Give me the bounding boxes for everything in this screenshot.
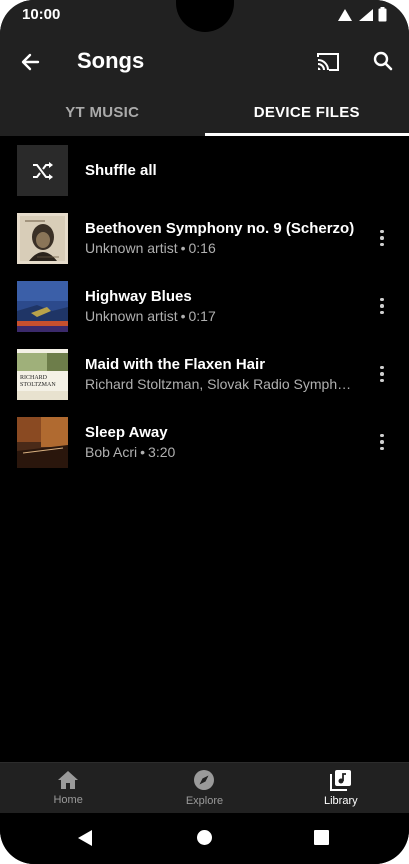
song-title: Maid with the Flaxen Hair — [85, 356, 266, 373]
more-options-button[interactable] — [372, 430, 392, 454]
arrow-back-icon — [21, 53, 40, 71]
app-bar: Songs — [0, 32, 409, 88]
song-title: Sleep Away — [85, 424, 168, 441]
song-artist: Unknown artist — [85, 240, 178, 256]
song-duration: 3:20 — [148, 444, 176, 460]
search-button[interactable] — [369, 47, 397, 75]
search-icon — [373, 51, 393, 71]
song-duration: 0:17 — [188, 308, 216, 324]
separator: • — [180, 308, 186, 324]
song-list: Shuffle all Beethoven Symphony no. 9 (Sc… — [0, 136, 409, 476]
nav-library[interactable]: Library — [273, 763, 409, 813]
more-options-button[interactable] — [372, 226, 392, 250]
more-vert-icon — [380, 365, 384, 370]
album-art-text: STOLTZMAN — [20, 382, 56, 388]
nav-label: Explore — [185, 795, 224, 807]
nav-label: Home — [53, 794, 83, 806]
bottom-navigation: Home Explore Library — [0, 762, 409, 813]
album-art-text: RICHARD — [20, 375, 48, 381]
tab-device-files[interactable]: DEVICE FILES — [204, 88, 409, 136]
library-icon — [329, 770, 351, 791]
shuffle-all-button[interactable]: Shuffle all — [0, 136, 409, 204]
camera-notch — [176, 0, 234, 32]
status-icons — [337, 7, 387, 22]
album-art-beethoven — [17, 213, 68, 264]
tab-bar: YT MUSIC DEVICE FILES — [0, 88, 409, 136]
song-subtitle: Unknown artist • 0:16 — [85, 240, 355, 256]
tab-label: YT MUSIC — [65, 103, 140, 121]
separator: • — [140, 444, 146, 460]
cast-button[interactable] — [313, 47, 343, 77]
song-row[interactable]: Sleep Away Bob Acri • 3:20 — [0, 408, 409, 476]
song-row[interactable]: RICHARD STOLTZMAN Maid with the Flaxen H… — [0, 340, 409, 408]
song-duration: 0:16 — [188, 240, 216, 256]
song-subtitle: Unknown artist • 0:17 — [85, 308, 355, 324]
more-vert-icon — [380, 433, 384, 438]
song-subtitle: Richard Stoltzman, Slovak Radio Symph… — [85, 376, 355, 392]
shuffle-icon — [32, 161, 53, 180]
signal-icon — [359, 8, 373, 21]
song-row[interactable]: Highway Blues Unknown artist • 0:17 — [0, 272, 409, 340]
device-screen: 10:00 Songs YT MUSIC DEVICE FILES Shuffl… — [0, 0, 409, 864]
more-options-button[interactable] — [372, 362, 392, 386]
song-title: Highway Blues — [85, 288, 192, 305]
cast-icon — [317, 53, 339, 71]
tab-yt-music[interactable]: YT MUSIC — [0, 88, 205, 136]
nav-explore[interactable]: Explore — [136, 763, 272, 813]
tab-label: DEVICE FILES — [253, 103, 360, 121]
nav-home[interactable]: Home — [0, 763, 136, 813]
status-time: 10:00 — [22, 6, 61, 23]
top-bar: 10:00 Songs YT MUSIC DEVICE FILES — [0, 0, 409, 136]
song-artist: Richard Stoltzman, Slovak Radio Symph… — [85, 376, 352, 392]
page-title: Songs — [77, 48, 145, 73]
song-title: Beethoven Symphony no. 9 (Scherzo) — [85, 220, 355, 237]
back-button[interactable] — [16, 48, 44, 76]
separator: • — [180, 240, 186, 256]
wifi-icon — [338, 8, 352, 21]
battery-icon — [378, 7, 387, 22]
shuffle-all-label: Shuffle all — [85, 162, 157, 179]
compass-icon — [194, 770, 215, 790]
song-row[interactable]: Beethoven Symphony no. 9 (Scherzo) Unkno… — [0, 204, 409, 272]
album-art-sleep-away — [17, 417, 68, 468]
system-navigation-bar — [0, 813, 409, 864]
shuffle-tile — [17, 145, 68, 196]
more-vert-icon — [380, 297, 384, 302]
more-vert-icon — [380, 229, 384, 234]
song-subtitle: Bob Acri • 3:20 — [85, 444, 355, 460]
system-home-icon[interactable] — [196, 829, 213, 846]
system-back-icon[interactable] — [77, 829, 93, 847]
album-art-highway-blues — [17, 281, 68, 332]
home-icon — [58, 771, 79, 789]
system-recents-icon[interactable] — [314, 830, 329, 845]
song-artist: Unknown artist — [85, 308, 178, 324]
album-art-maid-flaxen-hair: RICHARD STOLTZMAN — [17, 349, 68, 400]
more-options-button[interactable] — [372, 294, 392, 318]
nav-label: Library — [324, 795, 358, 807]
song-artist: Bob Acri — [85, 444, 138, 460]
